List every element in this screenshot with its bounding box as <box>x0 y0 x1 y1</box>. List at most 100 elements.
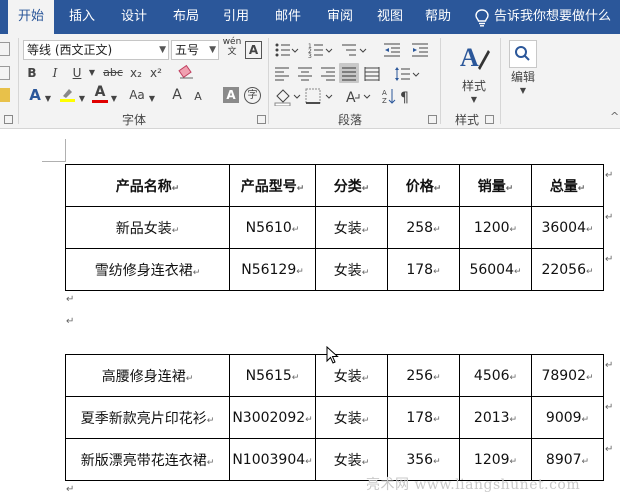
header-cell[interactable]: 分类↵ <box>315 164 388 207</box>
group-label-styles: 样式 <box>455 113 480 127</box>
tab-references[interactable]: 引用 <box>216 0 256 34</box>
clipboard-launcher-icon[interactable] <box>4 115 13 124</box>
svg-text:A: A <box>382 89 387 97</box>
table-cell[interactable]: 178↵ <box>387 396 460 439</box>
table-cell[interactable]: N5610↵ <box>229 206 316 249</box>
table-cell[interactable]: 1200↵ <box>459 206 532 249</box>
superscript-button[interactable]: x² <box>148 64 164 82</box>
watermark: 亮术网 www.liangshunet.com <box>366 477 581 493</box>
table-cell[interactable]: 22056↵ <box>531 248 604 291</box>
font-launcher-icon[interactable] <box>257 115 266 124</box>
paragraph-launcher-icon[interactable] <box>428 115 437 124</box>
justify-button[interactable] <box>339 63 359 83</box>
table-cell[interactable]: 雪纺修身连衣裙↵ <box>65 248 230 291</box>
ribbon-tab-bar: 开始 插入 设计 布局 引用 邮件 审阅 视图 帮助 告诉我你想要做什么 <box>0 0 620 35</box>
align-right-icon <box>321 67 335 81</box>
character-border-button[interactable]: A <box>245 41 262 59</box>
tab-insert[interactable]: 插入 <box>62 0 102 34</box>
table-cell[interactable]: 56004↵ <box>459 248 532 291</box>
table-cell[interactable]: 256↵ <box>387 354 460 397</box>
row-end-mark: ↵ <box>605 360 614 371</box>
header-cell[interactable]: 价格↵ <box>387 164 460 207</box>
spacing-row <box>364 67 420 81</box>
table-row: 雪纺修身连衣裙↵ N56129↵ 女装↵ 178↵ 56004↵ 22056↵ <box>65 248 604 291</box>
tab-design[interactable]: 设计 <box>114 0 154 34</box>
clear-formatting-icon[interactable] <box>178 64 196 80</box>
enclose-characters-button[interactable]: 字 <box>244 87 261 104</box>
tell-me-search[interactable]: 告诉我你想要做什么 <box>494 0 614 34</box>
collapse-ribbon-icon[interactable]: ^ <box>610 110 619 123</box>
line-spacing-icon <box>395 67 410 81</box>
format-painter-icon[interactable] <box>0 88 10 102</box>
font-size-combo[interactable]: 五号 ▼ <box>171 40 219 60</box>
svg-text:3: 3 <box>308 53 312 58</box>
highlight-color-swatch <box>60 99 75 102</box>
table-cell[interactable]: 2013↵ <box>459 396 532 439</box>
bold-button[interactable]: B <box>24 64 40 82</box>
table-cell[interactable]: 4506↵ <box>459 354 532 397</box>
table-cell[interactable]: 258↵ <box>387 206 460 249</box>
table-cell[interactable]: N1003904↵ <box>229 438 316 481</box>
product-table-1[interactable]: 产品名称↵ 产品型号↵ 分类↵ 价格↵ 销量↵ 总量↵ 新品女装↵ N5610↵… <box>65 164 604 291</box>
chevron-down-icon: ▼ <box>470 95 478 104</box>
cut-icon[interactable] <box>0 42 10 56</box>
svg-text:¶: ¶ <box>400 90 409 106</box>
styles-button[interactable]: A 样式 ▼ <box>452 42 496 105</box>
table-cell[interactable]: 新版漂亮带花连衣裙↵ <box>65 438 230 481</box>
editing-button[interactable]: 编辑 ▼ <box>506 40 540 96</box>
header-cell[interactable]: 产品型号↵ <box>229 164 316 207</box>
copy-icon[interactable] <box>0 66 10 80</box>
chevron-down-icon[interactable]: ▼ <box>78 90 86 108</box>
table-cell[interactable]: N3002092↵ <box>229 396 316 439</box>
header-cell[interactable]: 销量↵ <box>459 164 532 207</box>
table-cell[interactable]: 9009↵ <box>531 396 604 439</box>
table-cell[interactable]: 高腰修身连裙↵ <box>65 354 230 397</box>
table-cell[interactable]: 78902↵ <box>531 354 604 397</box>
tab-layout[interactable]: 布局 <box>166 0 206 34</box>
chevron-down-icon[interactable]: ▼ <box>110 90 118 108</box>
tab-view[interactable]: 视图 <box>370 0 410 34</box>
strikethrough-button[interactable]: abc <box>100 64 126 82</box>
chevron-down-icon[interactable]: ▼ <box>44 90 52 108</box>
header-cell[interactable]: 产品名称↵ <box>65 164 230 207</box>
table-header-row: 产品名称↵ 产品型号↵ 分类↵ 价格↵ 销量↵ 总量↵ <box>65 164 604 207</box>
justify-icon <box>342 67 356 81</box>
styles-launcher-icon[interactable] <box>485 115 494 124</box>
chevron-down-icon[interactable]: ▼ <box>88 64 96 82</box>
tab-help[interactable]: 帮助 <box>418 0 458 34</box>
change-case-button[interactable]: Aa <box>126 86 148 104</box>
underline-button[interactable]: U <box>70 64 84 82</box>
font-color-button[interactable]: A <box>92 84 108 103</box>
table-cell[interactable]: 新品女装↵ <box>65 206 230 249</box>
highlight-color-button[interactable] <box>58 86 76 107</box>
tab-home[interactable]: 开始 <box>8 0 54 35</box>
chevron-down-icon[interactable]: ▼ <box>148 90 156 108</box>
grow-font-button[interactable]: A <box>170 86 184 104</box>
row-end-mark: ↵ <box>605 254 614 265</box>
table-cell[interactable]: N56129↵ <box>229 248 316 291</box>
phonetic-guide-button[interactable]: wén 文 <box>222 37 242 57</box>
document-page[interactable]: 产品名称↵ 产品型号↵ 分类↵ 价格↵ 销量↵ 总量↵ 新品女装↵ N5610↵… <box>0 130 620 500</box>
table-cell[interactable]: 36004↵ <box>531 206 604 249</box>
tab-review[interactable]: 审阅 <box>320 0 360 34</box>
table-cell[interactable]: 女装↵ <box>315 396 388 439</box>
align-left-icon <box>275 67 289 81</box>
table-cell[interactable]: 夏季新款亮片印花衫↵ <box>65 396 230 439</box>
text-effects-button[interactable]: A <box>26 86 44 104</box>
shrink-font-button[interactable]: A <box>192 88 204 106</box>
table-cell[interactable]: 178↵ <box>387 248 460 291</box>
italic-button[interactable]: I <box>48 64 62 82</box>
header-cell[interactable]: 总量↵ <box>531 164 604 207</box>
lightbulb-icon[interactable] <box>474 9 490 27</box>
styles-button-label: 样式 <box>461 79 486 93</box>
table-cell[interactable]: 女装↵ <box>315 206 388 249</box>
increase-indent-icon <box>412 43 428 57</box>
subscript-button[interactable]: x₂ <box>128 64 144 82</box>
product-table-2[interactable]: 高腰修身连裙↵ N5615↵ 女装↵ 256↵ 4506↵ 78902↵ 夏季新… <box>65 354 604 481</box>
tab-mailings[interactable]: 邮件 <box>268 0 308 34</box>
table-cell[interactable]: N5615↵ <box>229 354 316 397</box>
font-name-combo[interactable]: 等线 (西文正文) ▼ <box>23 40 169 60</box>
table-cell[interactable]: 女装↵ <box>315 248 388 291</box>
search-icon <box>509 40 537 68</box>
character-shading-button[interactable]: A <box>223 87 239 103</box>
